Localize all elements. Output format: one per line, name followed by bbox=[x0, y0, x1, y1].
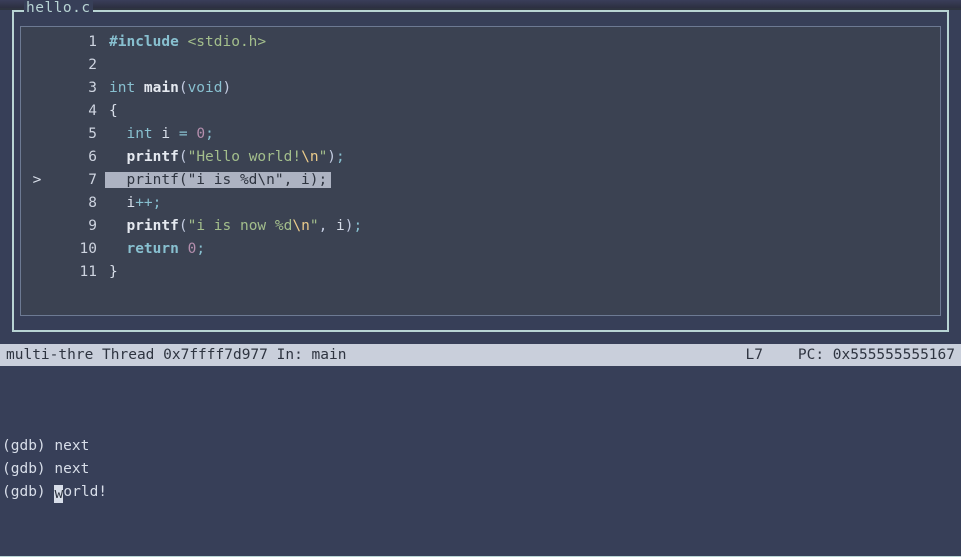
source-text: { bbox=[109, 100, 118, 123]
console-text: orld! bbox=[63, 484, 107, 500]
breakpoint-gutter[interactable] bbox=[21, 123, 53, 146]
source-text: printf("i is %d\n", i); bbox=[109, 169, 331, 192]
code-line: 1#include <stdio.h> bbox=[21, 31, 940, 54]
code-line: >7 printf("i is %d\n", i); bbox=[21, 169, 940, 192]
source-frame-outer: hello.c 1#include <stdio.h>23int main(vo… bbox=[12, 10, 949, 332]
current-line-highlight: printf("i is %d\n", i); bbox=[105, 172, 331, 188]
line-number: 2 bbox=[53, 54, 109, 77]
code-line: 4{ bbox=[21, 100, 940, 123]
source-text: i++; bbox=[109, 192, 161, 215]
source-text: int i = 0; bbox=[109, 123, 214, 146]
code-line: 5 int i = 0; bbox=[21, 123, 940, 146]
breakpoint-gutter[interactable] bbox=[21, 54, 53, 77]
line-number: 9 bbox=[53, 215, 109, 238]
source-text: return 0; bbox=[109, 238, 205, 261]
line-number: 8 bbox=[53, 192, 109, 215]
breakpoint-gutter[interactable] bbox=[21, 77, 53, 100]
code-line: 3int main(void) bbox=[21, 77, 940, 100]
status-pc: PC: 0x555555555167 bbox=[798, 347, 955, 363]
line-number: 3 bbox=[53, 77, 109, 100]
status-line: L7 bbox=[745, 347, 762, 363]
console-text: next bbox=[54, 438, 89, 454]
source-text: int main(void) bbox=[109, 77, 231, 100]
breakpoint-gutter[interactable] bbox=[21, 238, 53, 261]
gdb-prompt: (gdb) bbox=[2, 461, 54, 477]
source-text: } bbox=[109, 261, 118, 284]
line-number: 1 bbox=[53, 31, 109, 54]
line-number: 4 bbox=[53, 100, 109, 123]
gdb-prompt: (gdb) bbox=[2, 484, 54, 500]
source-text: #include <stdio.h> bbox=[109, 31, 266, 54]
console-text: next bbox=[54, 461, 89, 477]
code-line: 6 printf("Hello world!\n"); bbox=[21, 146, 940, 169]
code-line: 10 return 0; bbox=[21, 238, 940, 261]
code-line: 9 printf("i is now %d\n", i); bbox=[21, 215, 940, 238]
breakpoint-gutter[interactable] bbox=[21, 146, 53, 169]
breakpoint-gutter[interactable]: > bbox=[21, 169, 53, 192]
source-file-title: hello.c bbox=[24, 0, 93, 16]
window-top-bar bbox=[0, 0, 961, 8]
status-bar: multi-thre Thread 0x7ffff7d977 In: main … bbox=[0, 344, 961, 366]
breakpoint-gutter[interactable] bbox=[21, 215, 53, 238]
line-number: 10 bbox=[53, 238, 109, 261]
console-line: (gdb) world! bbox=[2, 481, 959, 504]
status-left: multi-thre Thread 0x7ffff7d977 In: main bbox=[6, 344, 745, 366]
code-line: 8 i++; bbox=[21, 192, 940, 215]
gdb-console[interactable]: (gdb) next(gdb) next(gdb) world! bbox=[0, 366, 961, 504]
breakpoint-gutter[interactable] bbox=[21, 261, 53, 284]
gdb-tui-screen: hello.c 1#include <stdio.h>23int main(vo… bbox=[0, 10, 961, 557]
console-line: (gdb) next bbox=[2, 435, 959, 458]
breakpoint-gutter[interactable] bbox=[21, 192, 53, 215]
gdb-prompt: (gdb) bbox=[2, 438, 54, 454]
source-frame-inner[interactable]: 1#include <stdio.h>23int main(void)4{5 i… bbox=[20, 26, 941, 316]
console-line: (gdb) next bbox=[2, 458, 959, 481]
breakpoint-gutter[interactable] bbox=[21, 100, 53, 123]
source-text: printf("i is now %d\n", i); bbox=[109, 215, 362, 238]
line-number: 7 bbox=[53, 169, 109, 192]
code-line: 11} bbox=[21, 261, 940, 284]
source-text: printf("Hello world!\n"); bbox=[109, 146, 345, 169]
line-number: 5 bbox=[53, 123, 109, 146]
line-number: 6 bbox=[53, 146, 109, 169]
code-line: 2 bbox=[21, 54, 940, 77]
breakpoint-gutter[interactable] bbox=[21, 31, 53, 54]
line-number: 11 bbox=[53, 261, 109, 284]
status-right: L7 PC: 0x555555555167 bbox=[745, 344, 955, 366]
